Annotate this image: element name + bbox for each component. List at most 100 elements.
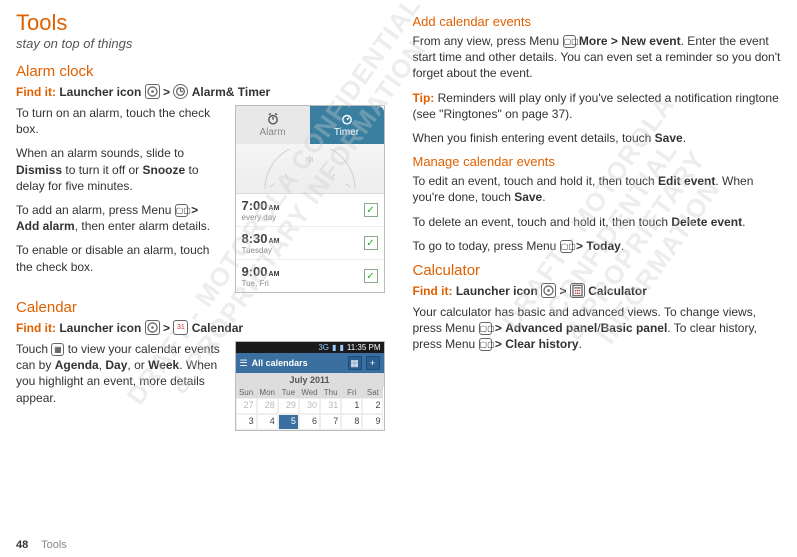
add-events-p1: From any view, press Menu ▢▢ More > New … (413, 33, 782, 82)
calendar-month: July 2011 (236, 373, 384, 387)
calendar-toolbar: ☰ All calendars ▦ + (236, 353, 384, 373)
launcher-icon (145, 320, 160, 335)
alarm-ampm: AM (269, 205, 280, 212)
menu-icon: ▢▢ (563, 35, 576, 48)
manage-p2: To delete an event, touch and hold it, t… (413, 214, 782, 230)
alarm-repeat: every day (242, 213, 280, 222)
chevron-icon: > (495, 337, 502, 351)
cal-day[interactable]: 31 (320, 398, 341, 414)
battery-icon: ▮ (339, 343, 343, 352)
chevron-icon: > (495, 321, 502, 335)
alarm-time: 9:00 (242, 264, 268, 279)
alarm-tabs: Alarm Timer (236, 106, 384, 144)
cal-day[interactable]: 28 (257, 398, 278, 414)
section-add-events: Add calendar events (413, 14, 782, 29)
left-column: Tools stay on top of things Alarm clock … (16, 10, 385, 530)
alarm-tab-alarm[interactable]: Alarm (236, 106, 310, 144)
menu-icon: ▢▢ (175, 204, 188, 217)
alarm-time: 7:00 (242, 198, 268, 213)
alarm-dial: XII (236, 144, 384, 194)
signal-3g-icon: 3G (318, 343, 329, 352)
page-subtitle: stay on top of things (16, 36, 385, 51)
findit-calendar: Find it: Launcher icon > 31 Calendar (16, 320, 385, 335)
alarm-repeat: Tue, Fri (242, 279, 280, 288)
timer-tab-label: Timer (334, 127, 359, 138)
section-alarm-clock: Alarm clock (16, 63, 385, 80)
calendar-app-icon: 31 (173, 320, 188, 335)
alarm-row-2[interactable]: 8:30AM Tuesday ✓ (236, 227, 384, 260)
cal-day[interactable]: 30 (299, 398, 320, 414)
menu-icon: ▢▢ (479, 322, 492, 335)
footer-section: Tools (41, 539, 67, 551)
findit-app-name: Alarm& Timer (192, 85, 270, 99)
findit-launcher-text: Launcher icon (59, 321, 141, 335)
chevron-icon: > (163, 321, 170, 335)
add-events-tip: Tip: Reminders will play only if you've … (413, 90, 782, 122)
cal-day[interactable]: 27 (236, 398, 257, 414)
dow: Sat (362, 387, 383, 398)
findit-label: Find it: (413, 284, 453, 298)
calendar-grid: Sun Mon Tue Wed Thu Fri Sat 27 28 29 30 … (236, 387, 384, 430)
calendar-view-toggle[interactable]: ▦ (348, 356, 362, 370)
cal-day[interactable]: 9 (362, 414, 383, 430)
status-bar: 3G ▮ ▮ 11:35 PM (236, 342, 384, 353)
calendar-title[interactable]: All calendars (252, 358, 344, 368)
findit-alarm: Find it: Launcher icon > Alarm& Timer (16, 84, 385, 99)
alarm-repeat: Tuesday (242, 246, 280, 255)
launcher-icon (541, 283, 556, 298)
section-manage-events: Manage calendar events (413, 154, 782, 169)
manage-p1: To edit an event, touch and hold it, the… (413, 173, 782, 205)
cal-day[interactable]: 6 (299, 414, 320, 430)
alarm-time: 8:30 (242, 231, 268, 246)
section-calculator: Calculator (413, 262, 782, 279)
menu-icon: ▢▢ (479, 338, 492, 351)
alarm-tab-timer[interactable]: Timer (310, 106, 384, 144)
cal-day[interactable]: 4 (257, 414, 278, 430)
cal-day[interactable]: 3 (236, 414, 257, 430)
cal-day[interactable]: 29 (278, 398, 299, 414)
alarm-tab-label: Alarm (259, 127, 285, 138)
findit-label: Find it: (16, 321, 56, 335)
cal-day[interactable]: 8 (341, 414, 362, 430)
page-footer: 48 Tools (16, 539, 67, 551)
page-title: Tools (16, 10, 385, 36)
cal-day[interactable]: 7 (320, 414, 341, 430)
findit-app-name: Calendar (192, 321, 243, 335)
status-time: 11:35 PM (347, 343, 381, 352)
signal-bars-icon: ▮ (332, 343, 336, 352)
cal-day[interactable]: 1 (341, 398, 362, 414)
alarm-checkbox[interactable]: ✓ (364, 236, 378, 250)
add-events-p2: When you finish entering event details, … (413, 130, 782, 146)
dow: Mon (257, 387, 278, 398)
alarm-app-icon (173, 84, 188, 99)
page-number: 48 (16, 539, 28, 551)
alarm-checkbox[interactable]: ✓ (364, 269, 378, 283)
section-calendar: Calendar (16, 299, 385, 316)
alarm-checkbox[interactable]: ✓ (364, 203, 378, 217)
alarm-widget: Alarm Timer XII 7:00AM (235, 105, 385, 293)
chevron-icon: > (611, 34, 618, 48)
menu-icon: ▢▢ (560, 240, 573, 253)
alarm-ampm: AM (269, 271, 280, 278)
dow: Wed (299, 387, 320, 398)
chevron-icon: > (576, 239, 583, 253)
svg-text:XII: XII (305, 157, 314, 164)
calendar-list-icon[interactable]: ☰ (240, 358, 248, 369)
calculator-p1: Your calculator has basic and advanced v… (413, 304, 782, 353)
findit-launcher-text: Launcher icon (59, 85, 141, 99)
alarm-ampm: AM (269, 238, 280, 245)
cal-day-today[interactable]: 5 (278, 414, 299, 430)
cal-day[interactable]: 2 (362, 398, 383, 414)
dow: Thu (320, 387, 341, 398)
chevron-icon: > (163, 85, 170, 99)
calendar-view-icon: ▦ (51, 343, 64, 356)
dow: Tue (278, 387, 299, 398)
alarm-row-3[interactable]: 9:00AM Tue, Fri ✓ (236, 260, 384, 292)
alarm-row-1[interactable]: 7:00AM every day ✓ (236, 194, 384, 227)
chevron-icon: > (191, 203, 198, 217)
findit-label: Find it: (16, 85, 56, 99)
launcher-icon (145, 84, 160, 99)
manage-p3: To go to today, press Menu ▢▢ > Today. (413, 238, 782, 254)
calendar-add-button[interactable]: + (366, 356, 380, 370)
findit-launcher-text: Launcher icon (456, 284, 538, 298)
